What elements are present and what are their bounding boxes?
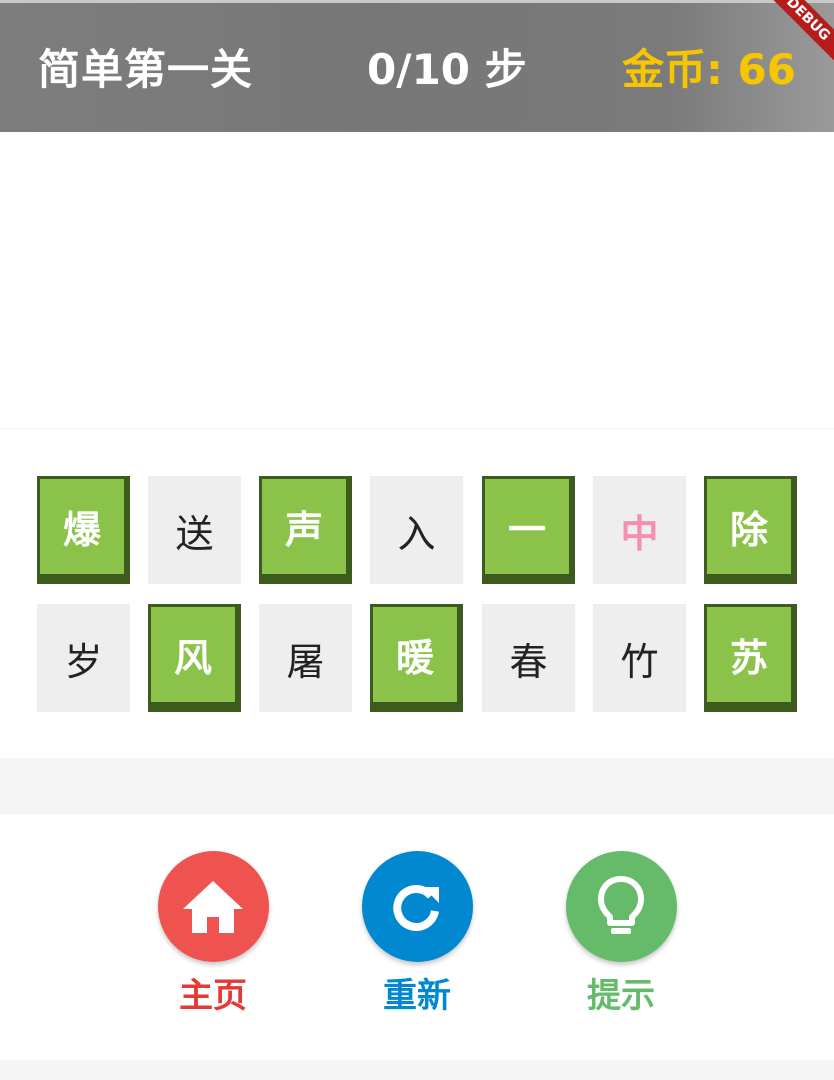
- char-tile[interactable]: 岁: [37, 604, 130, 712]
- char-tile[interactable]: 入: [370, 476, 463, 584]
- char-tile[interactable]: 送: [148, 476, 241, 584]
- status-divider: [0, 0, 834, 3]
- char-tile[interactable]: 暖: [370, 604, 463, 712]
- char-tile[interactable]: 苏: [704, 604, 797, 712]
- char-tile[interactable]: 声: [259, 476, 352, 584]
- char-tile[interactable]: 爆: [37, 476, 130, 584]
- answer-area: [0, 132, 834, 428]
- hint-label: 提示: [587, 976, 655, 1016]
- home-icon: [183, 880, 243, 933]
- hint-button[interactable]: 提示: [556, 851, 686, 1031]
- bottom-edge: [0, 1060, 834, 1080]
- step-counter: 0/10 步: [367, 45, 527, 94]
- restart-button-circle[interactable]: [361, 851, 473, 962]
- char-tile[interactable]: 中: [593, 476, 686, 584]
- char-tile[interactable]: 春: [482, 604, 575, 712]
- home-button-circle[interactable]: [157, 851, 269, 962]
- char-tile[interactable]: 一: [482, 476, 575, 584]
- restart-label: 重新: [383, 976, 451, 1016]
- home-label: 主页: [179, 976, 247, 1016]
- coin-counter: 金币: 66: [622, 45, 796, 94]
- character-board: 爆 送 声 入 一 中 除 岁 风 屠 暖 春 竹 苏: [0, 428, 834, 759]
- level-title: 简单第一关: [38, 45, 254, 94]
- section-divider: [0, 758, 834, 814]
- hint-button-circle[interactable]: [565, 851, 677, 962]
- char-tile[interactable]: 除: [704, 476, 797, 584]
- home-button[interactable]: 主页: [148, 851, 278, 1031]
- char-tile[interactable]: 屠: [259, 604, 352, 712]
- top-app-bar: 简单第一关 0/10 步 金币: 66 DEBUG: [0, 0, 834, 132]
- char-tile[interactable]: 风: [148, 604, 241, 712]
- char-tile[interactable]: 竹: [593, 604, 686, 712]
- lightbulb-icon: [598, 875, 644, 934]
- refresh-icon: [393, 884, 439, 931]
- restart-button[interactable]: 重新: [352, 851, 482, 1031]
